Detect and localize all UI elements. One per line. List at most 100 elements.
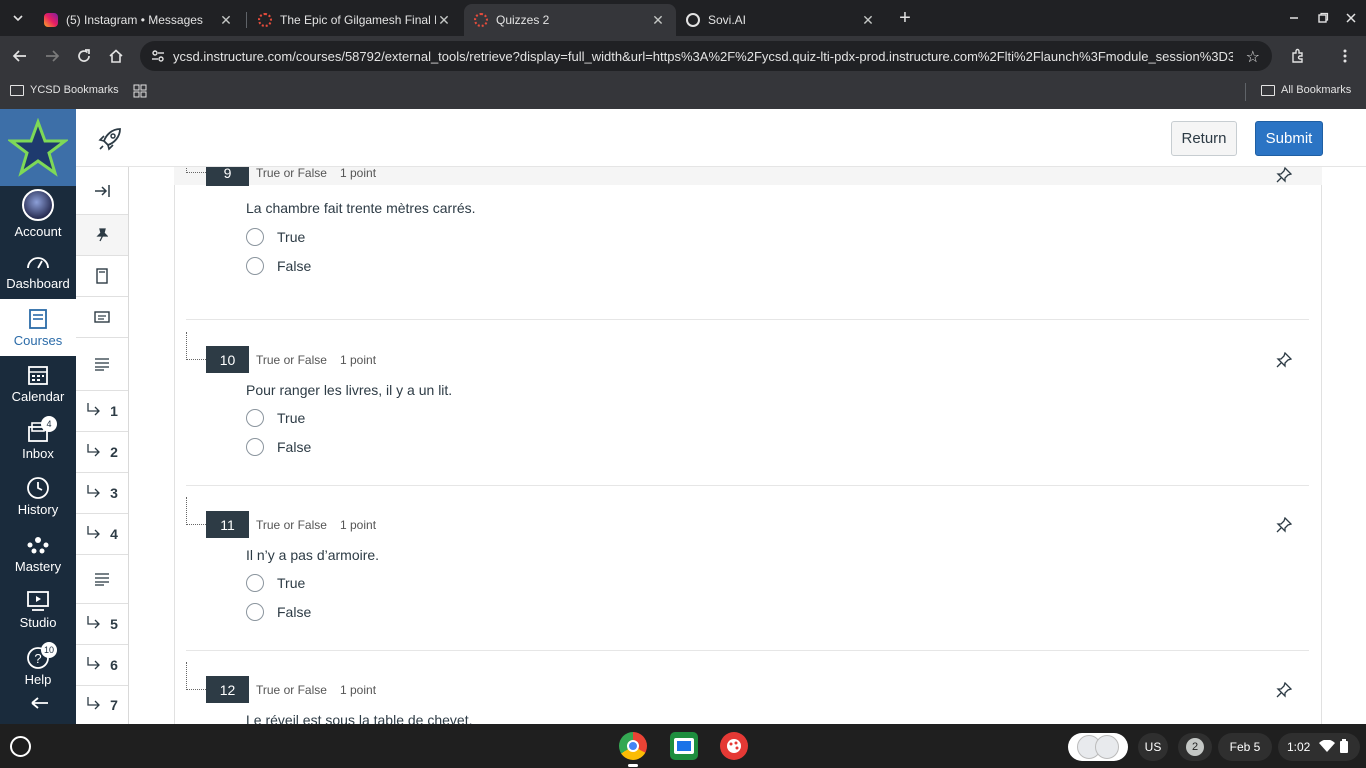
dashboard-icon [26, 250, 50, 274]
home-icon[interactable] [102, 42, 130, 70]
nav-question-3[interactable]: 3 [76, 473, 128, 514]
radio-button[interactable] [246, 228, 264, 246]
option-label: True [277, 575, 306, 591]
back-icon[interactable] [6, 42, 34, 70]
radio-button[interactable] [246, 438, 264, 456]
status-area[interactable]: 1:02 [1278, 733, 1360, 761]
nav-mastery[interactable]: Mastery [0, 525, 76, 582]
tab-soviai[interactable]: Sovi.AI ✕ [676, 4, 886, 36]
option-true[interactable]: True [246, 409, 305, 427]
phone-hub-toggle[interactable] [1068, 733, 1128, 761]
nav-studio[interactable]: Studio [0, 582, 76, 639]
return-button[interactable]: Return [1171, 121, 1237, 156]
option-false[interactable]: False [246, 603, 311, 621]
nav-help[interactable]: ? 10 Help [0, 638, 76, 695]
extensions-icon[interactable] [1284, 42, 1312, 70]
question-points: 1 point [340, 683, 377, 697]
locale-indicator[interactable]: US [1138, 733, 1168, 761]
clock-icon [26, 476, 50, 500]
nav-history[interactable]: History [0, 469, 76, 526]
close-icon[interactable]: ✕ [650, 12, 666, 29]
folder-icon [10, 84, 24, 96]
nav-question-7[interactable]: 7 [76, 686, 128, 724]
radio-button[interactable] [246, 257, 264, 275]
quiz-header: Return Submit [76, 109, 1366, 167]
pin-icon[interactable] [1276, 681, 1296, 702]
nav-account[interactable]: Account [0, 186, 76, 243]
url-text[interactable]: ycsd.instructure.com/courses/58792/exter… [173, 49, 1233, 64]
option-false[interactable]: False [246, 438, 311, 456]
site-info-icon[interactable] [150, 48, 166, 69]
nav-question-2[interactable]: 2 [76, 432, 128, 473]
tab-instagram[interactable]: (5) Instagram • Messages ✕ [34, 4, 244, 36]
page-icon[interactable] [76, 256, 128, 297]
tab-gilgamesh[interactable]: The Epic of Gilgamesh Final Pr ✕ [248, 4, 462, 36]
close-icon[interactable]: ✕ [218, 12, 234, 29]
window-close-icon[interactable] [1336, 0, 1366, 36]
question-number: 3 [110, 485, 118, 501]
address-bar[interactable]: ycsd.instructure.com/courses/58792/exter… [140, 41, 1272, 71]
nav-calendar[interactable]: Calendar [0, 356, 76, 413]
nav-question-5[interactable]: 5 [76, 604, 128, 645]
classroom-icon[interactable] [670, 732, 698, 760]
collapse-nav-button[interactable] [0, 695, 76, 725]
chrome-icon[interactable] [619, 732, 647, 760]
nav-question-4[interactable]: 4 [76, 514, 128, 555]
sub-arrow-icon [86, 615, 101, 633]
question-9: 9 True or False 1 point La chambre fait … [129, 167, 1366, 319]
radio-button[interactable] [246, 574, 264, 592]
forward-icon[interactable] [38, 42, 66, 70]
mastery-icon [26, 533, 50, 557]
paint-icon[interactable] [720, 732, 748, 760]
reload-icon[interactable] [70, 42, 98, 70]
restore-icon[interactable] [1308, 0, 1338, 36]
option-false[interactable]: False [246, 257, 311, 275]
notification-count: 2 [1186, 738, 1204, 756]
bookmark-ycsd[interactable]: YCSD Bookmarks [10, 84, 119, 96]
option-true[interactable]: True [246, 574, 305, 592]
all-bookmarks[interactable]: All Bookmarks [1261, 84, 1351, 96]
nav-inbox[interactable]: 4 Inbox [0, 412, 76, 469]
school-logo[interactable] [0, 109, 76, 186]
question-number-badge: 12 [206, 676, 249, 703]
close-icon[interactable]: ✕ [860, 12, 876, 29]
apps-grid-icon[interactable] [133, 84, 147, 101]
tab-quizzes[interactable]: Quizzes 2 ✕ [464, 4, 676, 36]
question-12: 12 True or False 1 point Le réveil est s… [129, 662, 1366, 724]
text-block-icon[interactable] [76, 555, 128, 604]
radio-button[interactable] [246, 409, 264, 427]
pin-icon[interactable] [1276, 516, 1296, 537]
launcher-icon[interactable] [10, 736, 31, 757]
tab-search-icon[interactable] [3, 0, 33, 36]
option-true[interactable]: True [246, 228, 305, 246]
browser-toolbar: ycsd.instructure.com/courses/58792/exter… [0, 36, 1366, 76]
close-icon[interactable]: ✕ [436, 12, 452, 29]
minimize-icon[interactable] [1279, 0, 1309, 36]
nav-courses[interactable]: Courses [0, 299, 76, 356]
text-block-icon[interactable] [76, 338, 128, 391]
menu-dots-icon[interactable] [1331, 42, 1359, 70]
expand-panel-icon[interactable] [76, 167, 128, 215]
bookmark-star-icon[interactable]: ☆ [1246, 47, 1260, 67]
notifications-indicator[interactable]: 2 [1178, 733, 1212, 761]
wifi-icon [1319, 739, 1336, 755]
date-display[interactable]: Feb 5 [1218, 733, 1272, 761]
question-navigator: 1 2 3 4 5 6 7 [76, 167, 129, 724]
inbox-badge: 4 [41, 416, 57, 432]
nav-question-1[interactable]: 1 [76, 391, 128, 432]
nav-label: Inbox [22, 445, 54, 461]
nav-dashboard[interactable]: Dashboard [0, 243, 76, 300]
pin-icon[interactable] [1276, 167, 1296, 187]
help-badge: 10 [41, 642, 58, 658]
passage-icon[interactable] [76, 297, 128, 338]
new-tab-button[interactable]: + [890, 0, 920, 36]
pin-filter-icon[interactable] [76, 215, 128, 256]
pin-icon[interactable] [1276, 351, 1296, 372]
sub-arrow-icon [86, 525, 101, 543]
question-points: 1 point [340, 518, 377, 532]
nav-question-6[interactable]: 6 [76, 645, 128, 686]
submit-button[interactable]: Submit [1255, 121, 1323, 156]
radio-button[interactable] [246, 603, 264, 621]
active-app-indicator [628, 764, 638, 767]
divider [186, 319, 1309, 320]
